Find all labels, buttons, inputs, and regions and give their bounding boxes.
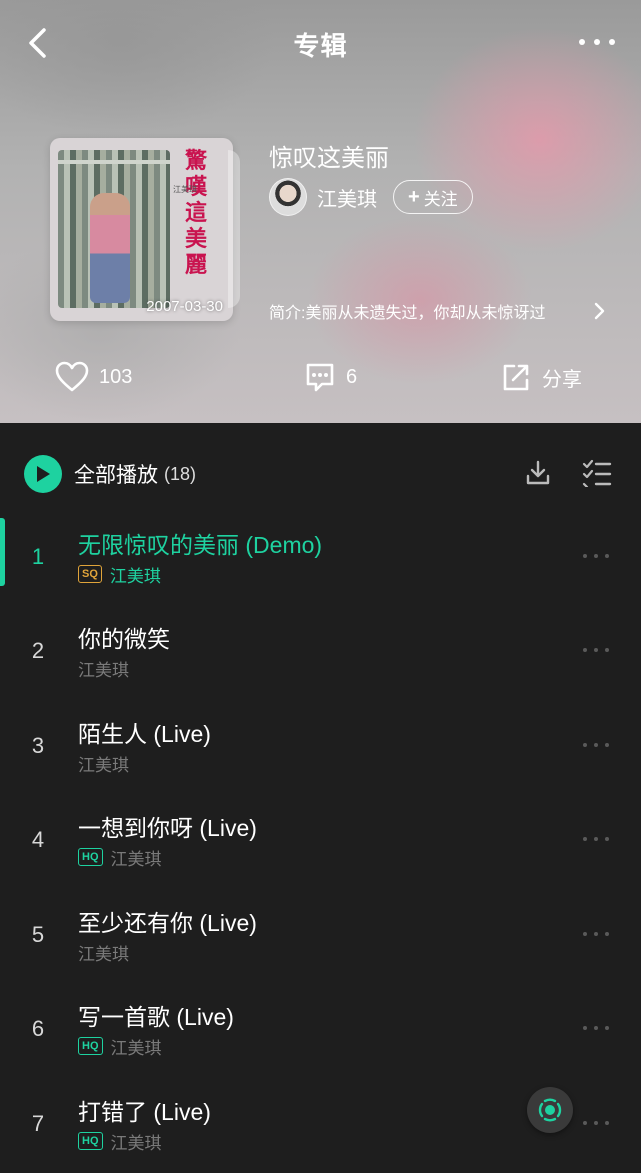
quality-badge: HQ — [78, 1132, 103, 1150]
chevron-right-icon — [594, 302, 605, 320]
like-count: 103 — [99, 365, 133, 388]
comment-button[interactable]: 6 — [304, 355, 357, 399]
follow-button[interactable]: + 关注 — [393, 180, 473, 214]
follow-label: 关注 — [423, 189, 458, 209]
top-nav: 专辑 — [0, 0, 641, 88]
track-artist: 江美琪 — [110, 1038, 162, 1058]
track-row[interactable]: 3 陌生人 (Live) 江美琪 — [0, 707, 641, 801]
track-more-icon[interactable] — [583, 835, 609, 843]
comment-icon — [306, 363, 334, 392]
play-icon — [24, 455, 62, 493]
track-title: 陌生人 (Live) — [78, 721, 211, 747]
album-header: 专辑 驚嘆這美麗 江美琪 2007-03-30 惊叹这美丽 江美琪 + 关注 简… — [0, 0, 641, 423]
quality-badge: HQ — [78, 1037, 103, 1055]
comment-count: 6 — [346, 365, 358, 388]
track-row[interactable]: 5 至少还有你 (Live) 江美琪 — [0, 896, 641, 990]
track-artist: 江美琪 — [78, 944, 129, 964]
track-number: 3 — [31, 733, 45, 758]
multi-select-icon[interactable] — [582, 459, 612, 487]
track-title: 至少还有你 (Live) — [78, 910, 257, 936]
track-meta: 江美琪 — [78, 752, 129, 775]
track-row[interactable]: 6 写一首歌 (Live) HQ 江美琪 — [0, 990, 641, 1084]
track-more-icon[interactable] — [583, 552, 609, 560]
now-playing-indicator — [0, 518, 5, 586]
page-title: 专辑 — [293, 31, 348, 61]
track-number: 7 — [31, 1111, 45, 1136]
track-artist: 江美琪 — [109, 566, 161, 586]
share-button[interactable]: 分享 — [500, 355, 582, 399]
artist-avatar[interactable] — [269, 178, 307, 216]
mini-player-button[interactable] — [527, 1087, 573, 1133]
share-icon — [503, 364, 529, 391]
intro-text: 简介:美丽从未遗失过，你却从未惊讶过 — [269, 305, 546, 322]
track-more-icon[interactable] — [583, 1119, 609, 1127]
track-more-icon[interactable] — [583, 646, 609, 654]
track-number: 4 — [31, 827, 45, 852]
cover-title: 驚嘆這美麗 — [184, 148, 207, 278]
track-number: 2 — [31, 638, 45, 663]
track-number: 5 — [31, 922, 45, 947]
track-meta: SQ 江美琪 — [78, 563, 161, 586]
more-options-icon[interactable] — [579, 30, 615, 54]
track-more-icon[interactable] — [583, 1024, 609, 1032]
plus-icon: + — [408, 185, 420, 208]
cover-figure — [90, 193, 130, 303]
track-title: 打错了 (Live) — [78, 1099, 211, 1125]
track-number: 1 — [31, 544, 45, 569]
album-cover[interactable]: 驚嘆這美麗 江美琪 2007-03-30 — [50, 138, 233, 321]
track-artist: 江美琪 — [110, 849, 162, 869]
album-intro[interactable]: 简介:美丽从未遗失过，你却从未惊讶过 — [269, 298, 609, 324]
track-row[interactable]: 2 你的微笑 江美琪 — [0, 612, 641, 706]
share-label: 分享 — [542, 368, 582, 391]
track-more-icon[interactable] — [583, 930, 609, 938]
track-meta: 江美琪 — [78, 657, 129, 680]
heart-icon — [55, 361, 89, 392]
album-title: 惊叹这美丽 — [269, 145, 389, 172]
player-icon — [538, 1098, 562, 1122]
artist-row: 江美琪 + 关注 — [269, 178, 473, 216]
like-button[interactable]: 103 — [55, 355, 132, 399]
track-count: (18) — [164, 463, 197, 484]
track-number: 6 — [31, 1016, 45, 1041]
action-bar: 103 6 分享 — [0, 355, 641, 399]
play-all-label: 全部播放 — [74, 464, 158, 487]
track-title: 你的微笑 — [78, 626, 170, 652]
cover-artist: 江美琪 — [173, 185, 197, 194]
play-all-button[interactable]: 全部播放 (18) — [24, 455, 196, 493]
quality-badge: HQ — [78, 848, 103, 866]
track-meta: 江美琪 — [78, 941, 129, 964]
track-title: 一想到你呀 (Live) — [78, 815, 257, 841]
download-icon[interactable] — [524, 459, 552, 487]
track-title: 无限惊叹的美丽 (Demo) — [78, 532, 323, 558]
track-meta: HQ 江美琪 — [78, 1130, 162, 1153]
track-row[interactable]: 1 无限惊叹的美丽 (Demo) SQ 江美琪 — [0, 518, 641, 612]
track-meta: HQ 江美琪 — [78, 846, 162, 869]
track-more-icon[interactable] — [583, 741, 609, 749]
track-artist: 江美琪 — [78, 755, 129, 775]
track-title: 写一首歌 (Live) — [78, 1004, 234, 1030]
track-row[interactable]: 4 一想到你呀 (Live) HQ 江美琪 — [0, 801, 641, 895]
track-artist: 江美琪 — [110, 1133, 162, 1153]
track-meta: HQ 江美琪 — [78, 1035, 162, 1058]
quality-badge: SQ — [78, 565, 102, 583]
cover-date: 2007-03-30 — [146, 298, 223, 315]
track-artist: 江美琪 — [78, 660, 129, 680]
artist-name[interactable]: 江美琪 — [317, 183, 377, 212]
vinyl-edge — [228, 150, 240, 308]
